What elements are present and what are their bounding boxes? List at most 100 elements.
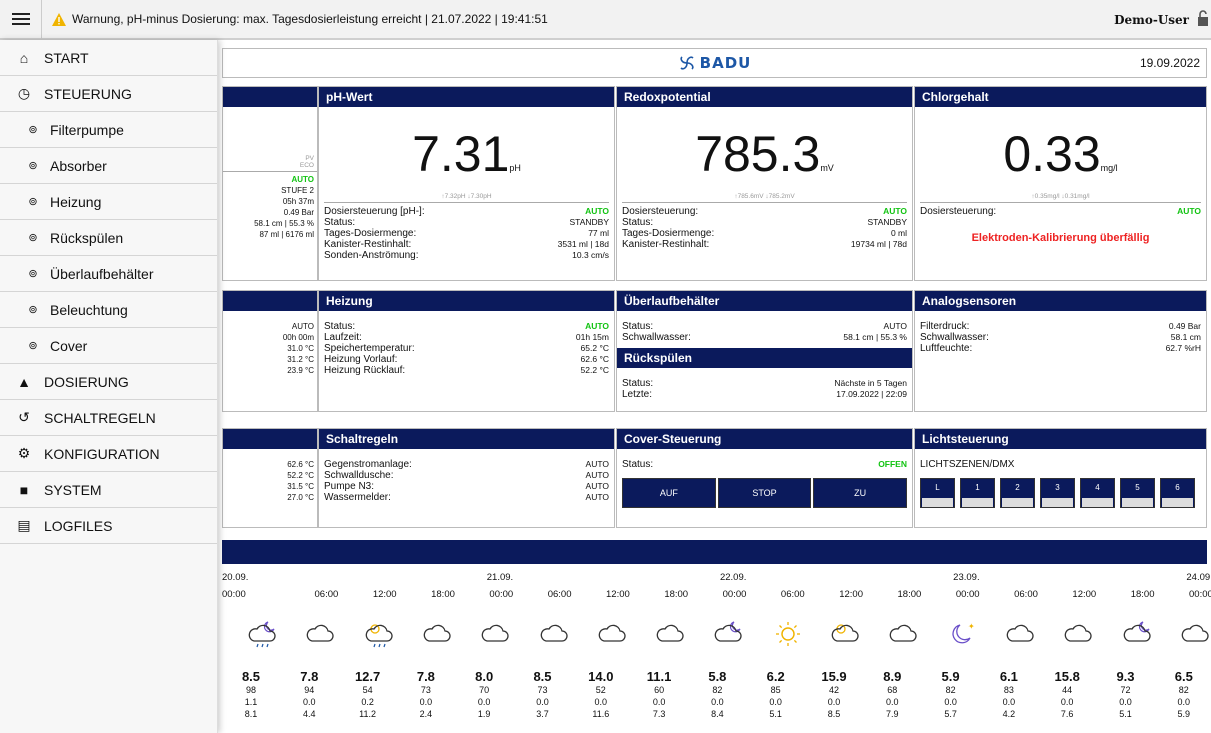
lock-icon[interactable] bbox=[1197, 10, 1209, 26]
row-value: STANDBY bbox=[867, 217, 907, 227]
forecast-time: 00:00 bbox=[722, 589, 747, 600]
light-scene-button-3[interactable]: 3 bbox=[1040, 478, 1075, 508]
row-value: AUTO bbox=[585, 492, 609, 502]
forecast-value: 3.7 bbox=[536, 709, 549, 719]
forecast-value: 0.0 bbox=[944, 697, 957, 707]
absorber-panel: AUTO 00h 00m 31.0 °C 31.2 °C 23.9 °C bbox=[222, 290, 318, 412]
cloud-icon bbox=[1038, 609, 1096, 659]
left-value: 27.0 °C bbox=[287, 493, 314, 502]
row-value: AUTO bbox=[1177, 206, 1201, 216]
sidebar-item-9[interactable]: ▲ DOSIERUNG bbox=[0, 364, 217, 400]
redox-unit: mV bbox=[820, 163, 834, 173]
forecast-value: 2.4 bbox=[419, 709, 433, 719]
cover-auf-button[interactable]: AUF bbox=[622, 478, 716, 508]
top-bar: Warnung, pH-minus Dosierung: max. Tagesd… bbox=[0, 0, 1211, 40]
row-label: Sonden-Anströmung: bbox=[324, 250, 419, 261]
sidebar-item-0[interactable]: ⌂ START bbox=[0, 40, 217, 76]
cover-stop-button[interactable]: STOP bbox=[717, 478, 812, 508]
warning-icon bbox=[52, 12, 66, 26]
light-scene-button-2[interactable]: 2 bbox=[1000, 478, 1035, 508]
schalt-panel[interactable]: Schaltregeln Gegenstromanlage: AUTO Schwal… bbox=[318, 428, 615, 528]
forecast-value: 0.0 bbox=[419, 697, 433, 707]
row-label: Tages-Dosiermenge: bbox=[622, 228, 715, 239]
licht-panel: Lichtsteuerung LICHTSZENEN/DMX L 1 2 3 4 5 6 bbox=[914, 428, 1207, 528]
sidebar-item-5[interactable]: ⊚ Rückspülen bbox=[0, 220, 217, 256]
row-value: AUTO bbox=[585, 470, 609, 480]
sidebar-item-13[interactable]: ▤ LOGFILES bbox=[0, 508, 217, 544]
sidebar-item-10[interactable]: ↺ SCHALTREGELN bbox=[0, 400, 217, 436]
forecast-date: 21.09. bbox=[486, 572, 514, 583]
forecast-date bbox=[1038, 572, 1096, 585]
light-scene-label: 2 bbox=[1015, 483, 1020, 492]
data-row: Filterdruck: 0.49 Bar bbox=[920, 321, 1201, 332]
sidebar-item-label: Beleuchtung bbox=[50, 301, 128, 318]
forecast-date bbox=[1097, 572, 1155, 585]
ph-minmax: ↑7.32pH ↓7.30pH bbox=[324, 193, 609, 203]
night-rain-icon bbox=[222, 609, 280, 659]
forecast-time: 18:00 bbox=[897, 589, 922, 600]
sidebar-item-11[interactable]: ⚙ KONFIGURATION bbox=[0, 436, 217, 472]
cloud-icon bbox=[1155, 609, 1211, 659]
forecast-value: 0.0 bbox=[769, 697, 782, 707]
light-scene-button-6[interactable]: 6 bbox=[1160, 478, 1195, 508]
sidebar-item-4[interactable]: ⊚ Heizung bbox=[0, 184, 217, 220]
data-row: Dosiersteuerung: AUTO bbox=[920, 206, 1201, 217]
cloud-icon bbox=[630, 609, 688, 659]
light-scene-button-5[interactable]: 5 bbox=[1120, 478, 1155, 508]
sidebar-item-12[interactable]: ■ SYSTEM bbox=[0, 472, 217, 508]
forecast-column: 20.09. 00:00 8.5 98 1.1 8.1 bbox=[222, 572, 280, 720]
home-icon: ⌂ bbox=[19, 49, 29, 66]
redox-value: 785.3 bbox=[695, 126, 821, 182]
row-label: Dosiersteuerung [pH-]: bbox=[324, 206, 425, 217]
forecast-value: 0.0 bbox=[303, 697, 316, 707]
light-scene-button-1[interactable]: 1 bbox=[960, 478, 995, 508]
sidebar-item-label: Absorber bbox=[50, 157, 107, 174]
forecast-time: 06:00 bbox=[1014, 589, 1038, 600]
row-value: 65.2 °C bbox=[580, 343, 609, 353]
light-scene-indicator bbox=[1042, 498, 1073, 507]
sidebar-item-7[interactable]: ⊚ Beleuchtung bbox=[0, 292, 217, 328]
cover-zu-button[interactable]: ZU bbox=[813, 478, 908, 508]
heizung-title: Heizung bbox=[319, 291, 614, 311]
gear-icon: ⚙ bbox=[17, 445, 31, 461]
forecast-column: 18:00 11.1 60 0.0 7.3 bbox=[630, 572, 688, 720]
light-scene-indicator bbox=[1162, 498, 1193, 507]
forecast-column: 12:00 14.0 52 0.0 11.6 bbox=[572, 572, 630, 720]
chlor-panel: Chlorgehalt 0.33mg/l ↑0.35mg/l ↓0.31mg/l… bbox=[914, 86, 1207, 281]
sidebar-item-6[interactable]: ⊚ Überlaufbehälter bbox=[0, 256, 217, 292]
chevron-circle-icon: ⊚ bbox=[28, 268, 38, 280]
forecast-value: 60 bbox=[654, 685, 665, 695]
menu-icon[interactable] bbox=[0, 0, 42, 39]
forecast-value: 0.0 bbox=[886, 697, 899, 707]
temps-panel: 62.6 °C 52.2 °C 31.5 °C 27.0 °C bbox=[222, 428, 318, 528]
chevron-circle-icon: ⊚ bbox=[28, 196, 38, 208]
sidebar-item-3[interactable]: ⊚ Absorber bbox=[0, 148, 217, 184]
forecast-value: 5.1 bbox=[1119, 709, 1132, 719]
forecast-temp: 5.9 bbox=[941, 669, 960, 684]
forecast-value: 7.9 bbox=[886, 709, 899, 719]
data-row: Schwallwasser: 58.1 cm bbox=[920, 332, 1201, 343]
sidebar-item-8[interactable]: ⊚ Cover bbox=[0, 328, 217, 364]
licht-title: Lichtsteuerung bbox=[915, 429, 1206, 449]
light-scene-indicator bbox=[1122, 498, 1153, 507]
forecast-value: 0.0 bbox=[594, 697, 608, 707]
sidebar-item-2[interactable]: ⊚ Filterpumpe bbox=[0, 112, 217, 148]
forecast-date bbox=[280, 572, 338, 585]
files-icon: ▤ bbox=[17, 517, 31, 533]
left-value: AUTO bbox=[291, 322, 314, 331]
left-value: AUTO bbox=[291, 175, 314, 184]
sidebar-item-1[interactable]: ◷ STEUERUNG bbox=[0, 76, 217, 112]
forecast-date: 22.09. bbox=[719, 572, 747, 583]
heizung-panel[interactable]: Heizung Status: AUTO Laufzeit: 01h 15m Speic… bbox=[318, 290, 615, 412]
warning-message[interactable]: Warnung, pH-minus Dosierung: max. Tagesd… bbox=[52, 12, 548, 26]
forecast-date: 24.09. bbox=[1186, 572, 1211, 583]
row-label: Schwallwasser: bbox=[920, 332, 989, 343]
forecast-value: 7.6 bbox=[1060, 709, 1074, 719]
row-value: AUTO bbox=[585, 321, 609, 331]
light-scene-button-4[interactable]: 4 bbox=[1080, 478, 1115, 508]
user-name[interactable]: Demo-User bbox=[1114, 13, 1189, 27]
row-label: Status: bbox=[324, 321, 356, 332]
ueberlauf-panel[interactable]: Überlaufbehälter Status: AUTO Schwallwasse… bbox=[616, 290, 913, 412]
light-scene-button-L[interactable]: L bbox=[920, 478, 955, 508]
forecast-value: 83 bbox=[1003, 685, 1014, 695]
